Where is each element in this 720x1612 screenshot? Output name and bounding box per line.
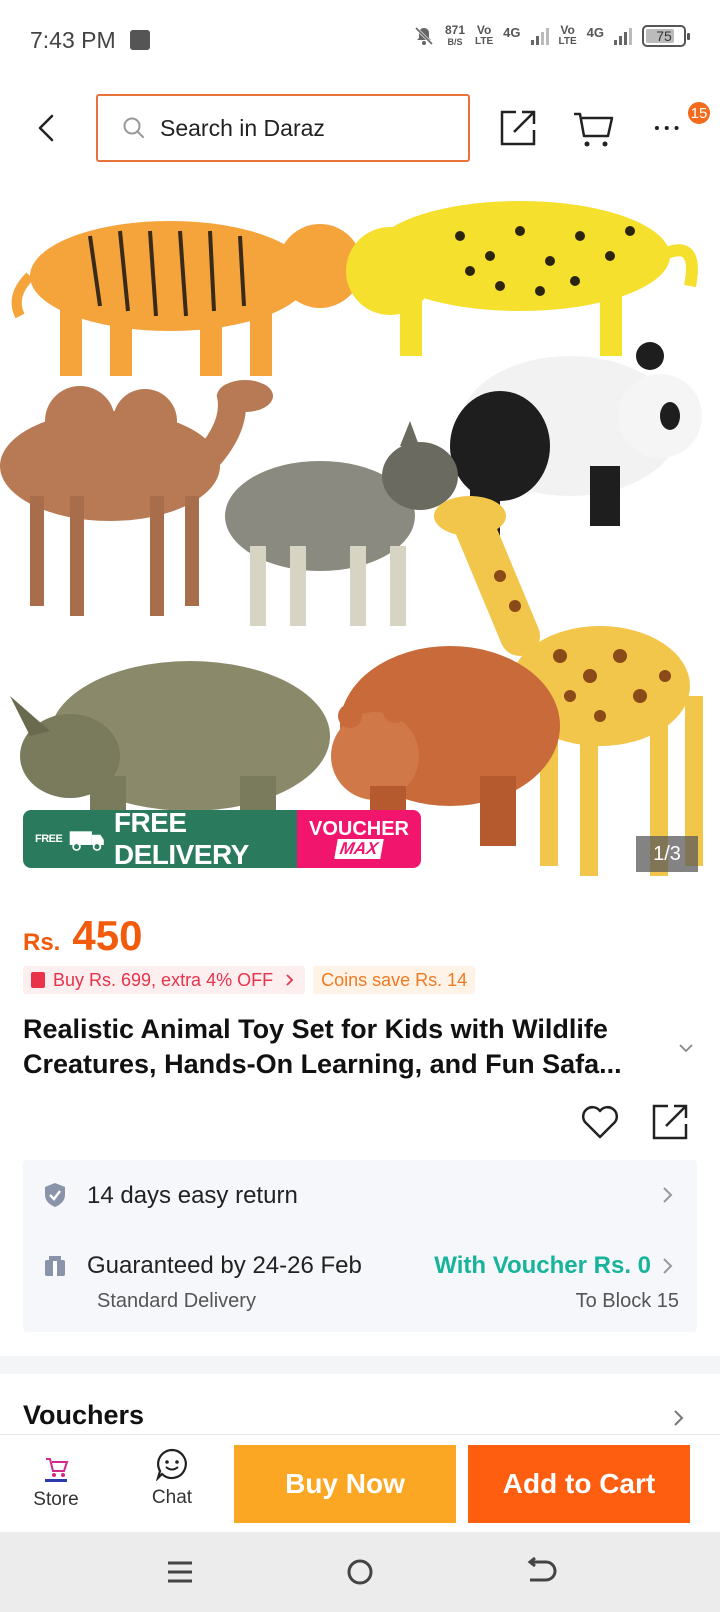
price: Rs. 450 [23,912,142,960]
product-photo [0,201,703,876]
cart-icon[interactable] [572,106,616,150]
net-speed: 871 B/S [445,24,465,48]
delivery-location: To Block 15 [575,1290,679,1312]
sim1-lte: LTE [475,36,494,47]
voucher-max-badge: VOUCHER MAX [297,810,421,868]
sim2-gen: 4G [586,24,604,40]
delivery-guarantee: Guaranteed by 24-26 Feb [87,1252,362,1279]
net-speed-value: 871 [444,23,465,37]
image-counter: 1/3 [636,836,698,872]
free-tag: FREE [35,833,63,845]
more-badge: 15 [686,100,712,126]
status-time: 7:43 PM [30,26,116,53]
status-icons: 871 B/S Vo LTE 4G Vo LTE 4G 75 [413,24,690,48]
price-amount: 450 [72,912,143,959]
service-info-box: 14 days easy return Guaranteed by 24-26 … [23,1160,697,1332]
delivery-truck-icon [70,831,105,851]
chevron-right-icon [286,974,294,986]
search-icon [123,117,144,138]
delivery-box-icon [45,1256,65,1276]
search-placeholder: Search in Daraz [160,114,325,141]
tiger-figure [11,221,362,376]
add-to-cart-button[interactable]: Add to Cart [468,1445,690,1523]
chevron-down-icon[interactable] [676,1038,696,1058]
sim1-gen: 4G [503,24,521,40]
voucher-label: VOUCHER [308,818,409,840]
home-circle-icon[interactable] [342,1554,378,1590]
store-label: Store [33,1489,79,1510]
store-logo-icon [45,1458,69,1482]
free-delivery-banner: FREE FREE DELIVERY VOUCHER MAX [23,810,421,868]
sim2-lte: LTE [558,36,577,47]
chat-label: Chat [151,1487,193,1508]
delivery-voucher: With Voucher Rs. 0 [434,1252,651,1279]
return-row[interactable]: 14 days easy return [23,1160,697,1230]
chat-button[interactable]: Chat [142,1447,202,1523]
chevron-right-icon[interactable] [672,1408,686,1428]
status-bar: 7:43 PM 871 B/S Vo LTE 4G Vo LTE 4G 75 [0,0,720,80]
delivery-type: Standard Delivery [97,1290,256,1312]
chevron-right-icon [663,1258,673,1274]
section-divider [0,1356,720,1374]
vouchers-title[interactable]: Vouchers [23,1400,144,1431]
menu-icon[interactable] [162,1554,198,1590]
sim2-volte: Vo LTE [559,24,577,48]
top-header: Search in Daraz 15 [0,88,720,168]
leopard-figure [346,201,698,356]
net-speed-unit: B/S [447,37,463,47]
bundle-promo-label: Buy Rs. 699, extra 4% OFF [53,969,274,990]
promo-tag-icon [31,972,45,988]
free-delivery-section: FREE FREE DELIVERY [23,810,297,868]
bundle-promo[interactable]: Buy Rs. 699, extra 4% OFF [23,966,306,994]
share-icon[interactable] [650,1102,690,1142]
product-image[interactable] [0,176,720,896]
signal-bars-icon [614,27,632,45]
battery-icon: 75 [642,25,690,47]
sim1-vo: Vo [476,23,492,37]
return-policy: 14 days easy return [87,1182,298,1209]
battery-level: 75 [656,28,672,44]
mute-bell-icon [414,26,434,46]
wolf-figure [225,421,458,626]
store-button[interactable]: Store [26,1447,86,1523]
sim1-volte: Vo LTE [475,24,493,48]
price-currency: Rs. [23,929,61,956]
system-nav-bar [0,1532,720,1612]
search-input[interactable]: Search in Daraz [96,94,470,162]
max-label: MAX [334,839,384,859]
free-delivery-label: FREE DELIVERY [113,810,250,868]
product-title: Realistic Animal Toy Set for Kids with W… [23,1014,622,1079]
back-icon[interactable] [522,1554,558,1590]
shield-check-icon [45,1183,65,1207]
signal-bars-icon [530,27,549,45]
coins-promo: Coins save Rs. 14 [313,966,476,994]
share-icon[interactable] [496,106,540,150]
wishlist-heart-icon[interactable] [580,1102,620,1142]
buy-now-button[interactable]: Buy Now [234,1445,456,1523]
back-arrow-icon[interactable] [30,110,66,146]
chat-icon [155,1448,187,1481]
chevron-right-icon [663,1187,673,1203]
bottom-action-bar: Store Chat Buy Now Add to Cart [0,1434,720,1532]
promo-row: Buy Rs. 699, extra 4% OFF Coins save Rs.… [23,966,476,994]
notification-icon [129,30,150,50]
sim2-vo: Vo [560,23,575,37]
more-dots-icon[interactable] [652,110,688,146]
